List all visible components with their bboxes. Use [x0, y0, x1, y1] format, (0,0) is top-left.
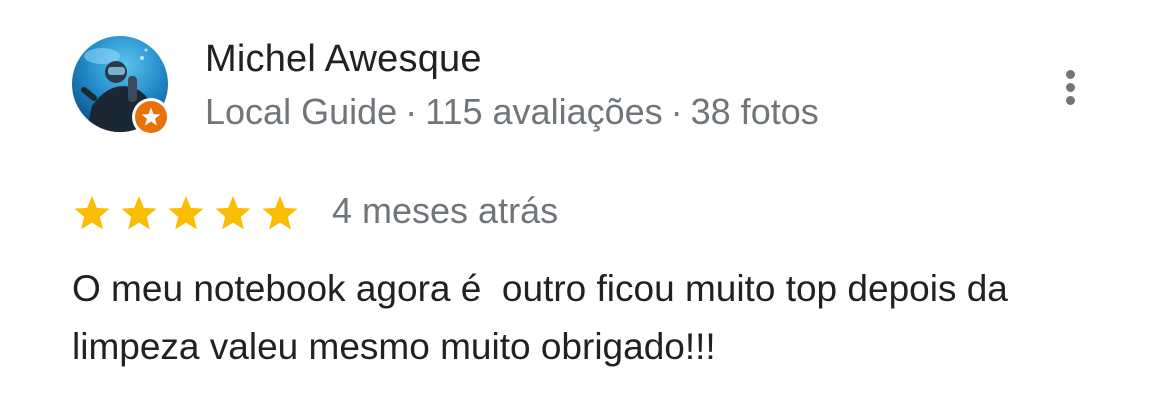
local-guide-badge-icon [132, 98, 170, 136]
more-options-button[interactable] [1050, 66, 1092, 108]
author-name[interactable]: Michel Awesque [205, 38, 482, 81]
photos-count: 38 fotos [690, 91, 819, 132]
review-text: O meu notebook agora é outro ficou muito… [72, 268, 1019, 367]
star-icon [121, 196, 157, 230]
star-icon [215, 196, 251, 230]
star-icon [168, 196, 204, 230]
meta-separator: · [670, 91, 683, 132]
author-meta: Local Guide · 115 avaliações · 38 fotos [205, 91, 819, 133]
author-avatar[interactable] [72, 36, 170, 136]
star-icon [262, 196, 298, 230]
star-rating [72, 190, 307, 236]
meta-separator: · [405, 91, 418, 132]
star-icon [74, 196, 110, 230]
review-time: 4 meses atrás [332, 190, 559, 231]
reviews-count: 115 avaliações [425, 91, 663, 132]
local-guide-label: Local Guide [205, 91, 398, 132]
